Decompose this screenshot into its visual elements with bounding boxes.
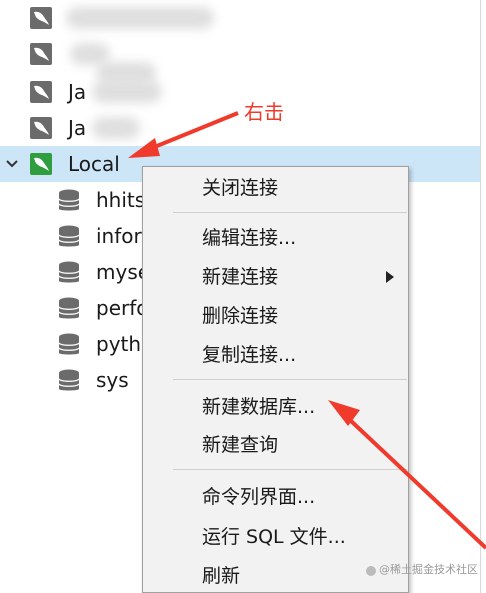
- menu-item-delete-connection[interactable]: 删除连接: [143, 299, 408, 333]
- database-label: perfo: [96, 296, 149, 320]
- redacted-label: [92, 81, 162, 103]
- menu-separator: [173, 469, 407, 470]
- database-label: pyth: [96, 332, 142, 356]
- tree-connection-row[interactable]: Ja: [0, 110, 480, 146]
- menu-item-label: 编辑连接...: [202, 227, 297, 249]
- database-label: sys: [96, 368, 129, 392]
- mysql-connection-icon: [30, 81, 52, 103]
- tree-connection-row[interactable]: [0, 0, 480, 36]
- tree-connection-row[interactable]: [0, 36, 480, 84]
- window-edge: [480, 0, 481, 593]
- annotation-right-click-text: 右击: [244, 100, 284, 124]
- submenu-arrow-icon: [386, 271, 394, 283]
- mysql-connection-icon: [30, 43, 52, 65]
- menu-item-close-connection[interactable]: 关闭连接: [143, 171, 408, 205]
- database-icon: [58, 333, 80, 355]
- menu-item-label: 命令列界面...: [202, 486, 316, 508]
- menu-item-refresh[interactable]: 刷新: [143, 559, 408, 593]
- menu-item-label: 新建数据库...: [202, 396, 316, 418]
- menu-item-label: 复制连接...: [202, 344, 297, 366]
- database-icon: [58, 297, 80, 319]
- watermark-logo-icon: [366, 566, 376, 576]
- chevron-down-icon[interactable]: [4, 146, 20, 182]
- menu-item-duplicate-connection[interactable]: 复制连接...: [143, 338, 408, 372]
- redacted-label: [92, 117, 140, 139]
- database-label: hhits: [96, 188, 146, 212]
- mysql-connection-icon: [30, 117, 52, 139]
- menu-item-edit-connection[interactable]: 编辑连接...: [143, 221, 408, 255]
- database-icon: [58, 225, 80, 247]
- connection-label: Ja: [68, 80, 87, 104]
- menu-item-run-sql-file[interactable]: 运行 SQL 文件...: [143, 520, 408, 554]
- menu-item-new-connection[interactable]: 新建连接: [143, 260, 408, 294]
- menu-item-label: 删除连接: [202, 305, 279, 327]
- menu-item-label: 关闭连接: [202, 177, 279, 199]
- redacted-label: [66, 7, 214, 29]
- menu-separator: [173, 212, 407, 213]
- tree-connection-row[interactable]: Ja: [0, 74, 480, 110]
- menu-item-command-line[interactable]: 命令列界面...: [143, 480, 408, 514]
- database-icon: [58, 261, 80, 283]
- menu-item-label: 运行 SQL 文件...: [202, 526, 346, 548]
- context-menu: 关闭连接 编辑连接... 新建连接 删除连接 复制连接... 新建数据库... …: [142, 166, 409, 593]
- database-icon: [58, 189, 80, 211]
- menu-item-new-query[interactable]: 新建查询: [143, 428, 408, 462]
- watermark-text: @稀土掘金技术社区: [379, 563, 478, 576]
- database-icon: [58, 369, 80, 391]
- mysql-connection-active-icon: [30, 153, 52, 175]
- menu-item-label: 新建查询: [202, 434, 279, 456]
- database-label: infor: [96, 224, 142, 248]
- mysql-connection-icon: [30, 7, 52, 29]
- connection-label: Ja: [68, 116, 87, 140]
- menu-separator: [173, 379, 407, 380]
- menu-item-label: 刷新: [202, 565, 241, 587]
- menu-item-label: 新建连接: [202, 266, 279, 288]
- connection-label: Local: [68, 152, 120, 176]
- menu-item-new-database[interactable]: 新建数据库...: [143, 390, 408, 424]
